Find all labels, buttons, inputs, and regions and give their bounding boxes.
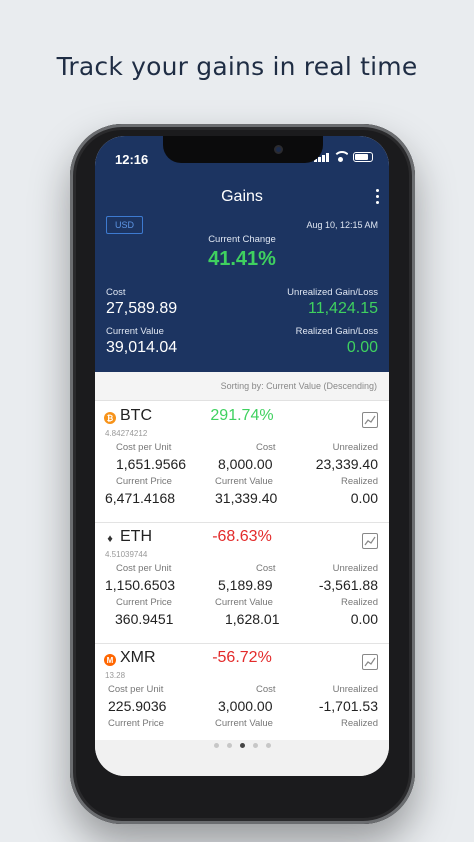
line-chart-icon[interactable] [362,654,378,670]
battery-icon [353,152,373,162]
current-price-label: Current Price [116,597,172,608]
realized-value: 0.00 [350,490,378,506]
coin-symbol: ETH [120,528,152,545]
cost-per-unit-value: 225.9036 [108,698,167,714]
current-price-value: 360.9451 [115,611,174,627]
cost-label: Cost [256,684,276,695]
coin-change: -56.72% [212,649,272,666]
coin-quantity: 4.84274212 [105,429,148,438]
sort-bar[interactable]: Sorting by: Current Value (Descending) [95,372,389,401]
unrealized-value: 11,424.15 [308,300,378,317]
app-screen: 12:16 Gains USD Aug 10, 12:15 AM Current… [95,136,389,776]
current-price-value: 6,471.4168 [105,490,176,506]
current-change-value: 41.41% [208,248,276,270]
coin-change: -68.63% [212,528,272,545]
holdings-list: Sorting by: Current Value (Descending) ₿… [95,372,389,740]
current-value-label: Current Value [106,326,164,337]
cost-per-unit-value: 1,150.6503 [105,577,176,593]
cost-label: Cost [106,287,126,298]
phone-notch [163,136,323,163]
coin-row-btc[interactable]: ₿ BTC 4.84274212 291.74% Cost per Unit C… [95,402,389,523]
camera-icon [274,145,283,154]
unrealized-label: Unrealized [332,442,378,453]
page-dot[interactable] [265,743,271,748]
cost-per-unit-label: Cost per Unit [116,442,172,453]
coin-symbol: BTC [120,407,152,424]
coin-quantity: 4.51039744 [105,550,148,559]
status-time: 12:16 [115,152,149,167]
unrealized-value: -3,561.88 [318,577,378,593]
bitcoin-icon: ₿ [104,412,116,424]
last-updated-date: Aug 10, 12:15 AM [306,220,378,230]
realized-label: Realized Gain/Loss [295,326,378,337]
coin-change: 291.74% [210,407,274,424]
coin-quantity: 13.28 [105,671,126,680]
sort-text: Sorting by: Current Value (Descending) [220,381,377,391]
ethereum-icon: ♦ [107,533,113,545]
realized-label: Realized [341,597,378,608]
cost-label: Cost [256,563,276,574]
line-chart-icon[interactable] [362,533,378,549]
page-indicator[interactable] [95,740,389,776]
realized-value: 0.00 [346,339,378,356]
cost-label: Cost [256,442,276,453]
current-value-value: 39,014.04 [106,339,178,356]
page-dot-active[interactable] [239,743,245,748]
current-value-value: 1,628.01 [225,611,280,627]
current-price-label: Current Price [108,718,164,729]
cost-per-unit-label: Cost per Unit [116,563,172,574]
current-value-label: Current Value [215,597,273,608]
wifi-icon [334,151,348,162]
currency-button[interactable]: USD [106,216,144,234]
unrealized-value: -1,701.53 [318,698,378,714]
monero-icon: M [104,654,116,666]
headline: Track your gains in real time [56,52,418,81]
unrealized-value: 23,339.40 [315,456,378,472]
page-dot[interactable] [252,743,258,748]
status-icons [314,151,373,162]
coin-row-xmr[interactable]: M XMR 13.28 -56.72% Cost per Unit Cost U… [95,644,389,740]
current-change-label: Current Change [208,234,276,245]
cost-value: 3,000.00 [218,698,273,714]
page-dot[interactable] [213,743,219,748]
cost-value: 27,589.89 [106,300,178,317]
page-title: Gains [221,188,263,205]
realized-label: Realized [341,718,378,729]
more-vertical-icon[interactable] [374,189,380,207]
unrealized-label: Unrealized [332,563,378,574]
current-price-label: Current Price [116,476,172,487]
current-value-value: 31,339.40 [215,490,278,506]
coin-symbol: XMR [120,649,156,666]
current-value-label: Current Value [215,718,273,729]
page-dot[interactable] [226,743,232,748]
cost-value: 8,000.00 [218,456,273,472]
cost-per-unit-label: Cost per Unit [108,684,164,695]
line-chart-icon[interactable] [362,412,378,428]
cost-value: 5,189.89 [218,577,273,593]
coin-row-eth[interactable]: ♦ ETH 4.51039744 -68.63% Cost per Unit C… [95,523,389,644]
unrealized-label: Unrealized Gain/Loss [287,287,378,298]
summary-header: 12:16 Gains USD Aug 10, 12:15 AM Current… [95,136,389,372]
cost-per-unit-value: 1,651.9566 [116,456,187,472]
realized-value: 0.00 [350,611,378,627]
unrealized-label: Unrealized [332,684,378,695]
realized-label: Realized [341,476,378,487]
current-value-label: Current Value [215,476,273,487]
